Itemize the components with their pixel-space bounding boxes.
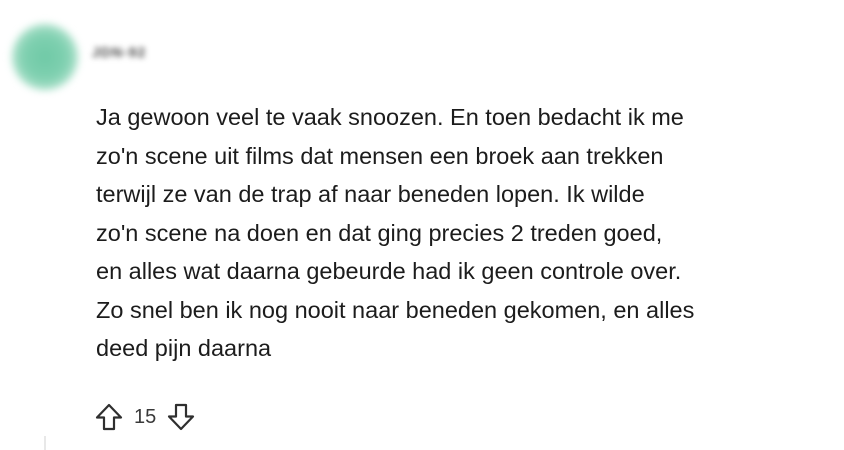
- comment-body: Ja gewoon veel te vaak snoozen. En toen …: [96, 98, 832, 368]
- comment-body-line: deed pijn daarna: [96, 335, 272, 361]
- comment-body-line: zo'n scene na doen en dat ging precies 2…: [96, 219, 663, 246]
- arrow-up-outline-icon: [95, 403, 123, 431]
- comment: JDN-92 Ja gewoon veel te vaak snoozen. E…: [0, 0, 844, 450]
- downvote-button[interactable]: [164, 400, 198, 434]
- comment-author[interactable]: JDN-92: [92, 44, 146, 60]
- vote-score: 15: [134, 405, 157, 428]
- vote-bar: 15: [92, 400, 198, 434]
- comment-body-line: zo'n scene uit films dat mensen een broe…: [96, 142, 664, 169]
- arrow-down-outline-icon: [168, 403, 195, 431]
- comment-body-line: Ja gewoon veel te vaak snoozen. En toen …: [96, 104, 684, 130]
- thread-line[interactable]: [44, 436, 46, 450]
- upvote-button[interactable]: [92, 400, 126, 434]
- comment-body-line: en alles wat daarna gebeurde had ik geen…: [96, 258, 682, 284]
- comment-body-line: terwijl ze van de trap af naar beneden l…: [96, 181, 645, 207]
- avatar[interactable]: [12, 24, 78, 90]
- comment-body-line: Zo snel ben ik nog nooit naar beneden ge…: [96, 296, 695, 323]
